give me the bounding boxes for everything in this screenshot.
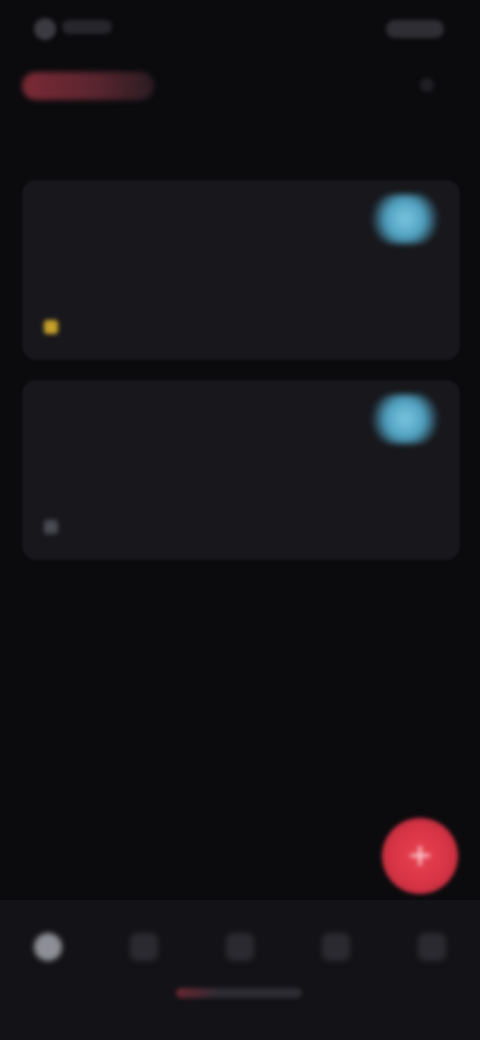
more-options-icon[interactable] bbox=[420, 78, 434, 92]
alert-icon bbox=[44, 320, 58, 334]
add-alarm-button[interactable]: + bbox=[382, 818, 458, 894]
bedtime-icon bbox=[418, 933, 446, 961]
status-indicator-icon bbox=[34, 18, 56, 40]
add-icon: + bbox=[408, 834, 432, 878]
nav-alarm[interactable] bbox=[18, 922, 78, 972]
repeat-icon bbox=[44, 520, 58, 534]
nav-bedtime[interactable] bbox=[402, 922, 462, 972]
battery-icon bbox=[386, 20, 444, 38]
alarm-card[interactable] bbox=[22, 380, 460, 560]
header-title bbox=[22, 72, 154, 100]
timer-icon bbox=[226, 933, 254, 961]
clock-icon bbox=[130, 933, 158, 961]
nav-timer[interactable] bbox=[210, 922, 270, 972]
alarm-screen: + bbox=[0, 0, 480, 1040]
stopwatch-icon bbox=[322, 933, 350, 961]
bottom-navigation bbox=[0, 900, 480, 1040]
home-indicator bbox=[176, 988, 302, 998]
alarm-card[interactable] bbox=[22, 180, 460, 360]
nav-stopwatch[interactable] bbox=[306, 922, 366, 972]
alarm-icon bbox=[34, 933, 62, 961]
nav-clock[interactable] bbox=[114, 922, 174, 972]
status-bar bbox=[0, 0, 480, 56]
alarm-toggle[interactable] bbox=[370, 194, 440, 244]
alarm-toggle[interactable] bbox=[370, 394, 440, 444]
status-time bbox=[62, 20, 112, 34]
